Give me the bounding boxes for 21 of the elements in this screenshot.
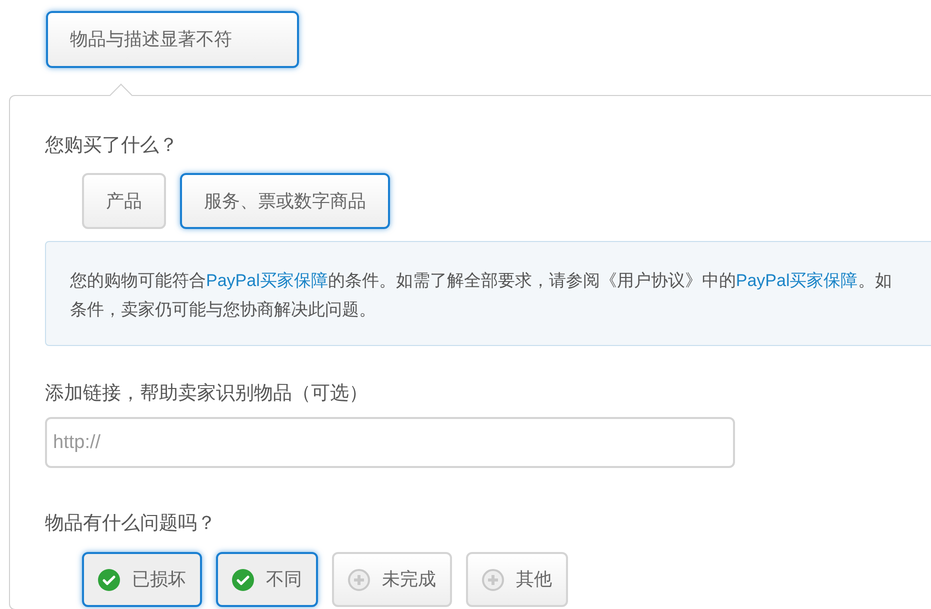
option-button[interactable]: 服务、票或数字商品 [180, 173, 390, 229]
issue-toggle[interactable]: 其他 [466, 552, 568, 607]
check-circle-icon [232, 568, 254, 590]
category-button[interactable]: 物品与描述显著不符 [46, 11, 299, 68]
protection-link[interactable]: PayPal买家保障 [206, 271, 328, 290]
info-text: 您的购物可能符合 [70, 271, 206, 290]
info-text: 的条件。如需了解全部要求，请参阅《用户协议》中的 [328, 271, 736, 290]
check-circle-icon [98, 568, 120, 590]
info-text: 。如 [858, 271, 892, 290]
question-label: 您购买了什么？ [45, 134, 179, 158]
info-text: 条件，卖家仍可能与您协商解决此问题。 [70, 300, 376, 319]
issue-toggle[interactable]: 已损坏 [82, 552, 202, 607]
url-field[interactable]: http:// [45, 417, 735, 468]
issue-toggle[interactable]: 未完成 [332, 552, 452, 607]
issue-label: 物品有什么问题吗？ [45, 512, 217, 536]
plus-circle-icon [348, 568, 370, 590]
plus-circle-icon [482, 568, 504, 590]
protection-link[interactable]: PayPal买家保障 [736, 271, 858, 290]
option-button[interactable]: 产品 [82, 173, 166, 229]
issue-toggle[interactable]: 不同 [216, 552, 318, 607]
link-label: 添加链接，帮助卖家识别物品（可选） [45, 382, 369, 406]
